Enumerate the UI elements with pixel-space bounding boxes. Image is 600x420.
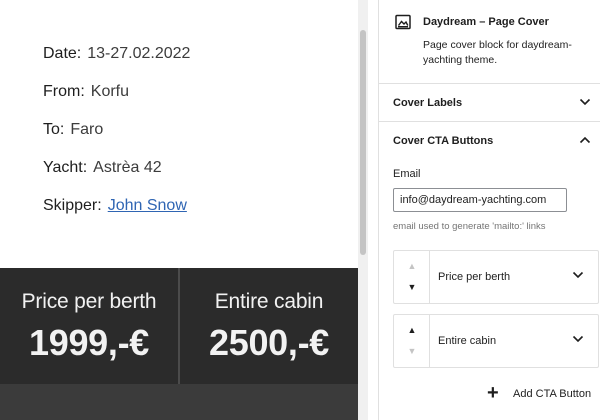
- cta-card-price: 2500,-€: [209, 322, 329, 363]
- email-help-text: email used to generate 'mailto:' links: [393, 221, 546, 232]
- trip-yacht-label: Yacht:: [43, 159, 88, 176]
- trip-date-value: 13-27.02.2022: [87, 45, 191, 62]
- trip-to-value: Faro: [70, 121, 104, 138]
- block-settings-sidebar: Daydream – Page Cover Page cover block f…: [378, 0, 600, 420]
- trip-date-label: Date:: [43, 45, 82, 62]
- trip-date-line[interactable]: Date: 13-27.02.2022: [43, 45, 190, 63]
- trip-from-label: From:: [43, 83, 85, 100]
- move-up-icon[interactable]: ▲: [407, 325, 417, 335]
- cta-item-price-per-berth[interactable]: ▲ ▼ Price per berth: [393, 250, 599, 304]
- chevron-down-icon: [579, 98, 591, 106]
- cta-item-movers: ▲ ▼: [394, 251, 430, 303]
- scrollbar-thumb[interactable]: [360, 30, 366, 255]
- cta-item-label: Entire cabin: [438, 335, 497, 347]
- trip-yacht-value: Astrèa 42: [93, 159, 162, 176]
- trip-yacht-line[interactable]: Yacht: Astrèa 42: [43, 159, 162, 177]
- trip-to-line[interactable]: To: Faro: [43, 121, 103, 139]
- cta-item-entire-cabin[interactable]: ▲ ▼ Entire cabin: [393, 314, 599, 368]
- editor-canvas: Date: 13-27.02.2022 From: Korfu To: Faro Ya…: [0, 0, 368, 420]
- move-up-icon[interactable]: ▲: [407, 261, 417, 271]
- panel-title: Cover CTA Buttons: [393, 135, 494, 147]
- trip-to-label: To:: [43, 121, 65, 138]
- email-field[interactable]: [393, 188, 567, 212]
- move-down-icon[interactable]: ▼: [407, 282, 417, 292]
- trip-from-line[interactable]: From: Korfu: [43, 83, 129, 101]
- cover-image-icon: [395, 14, 411, 30]
- block-title: Daydream – Page Cover: [423, 16, 549, 28]
- trip-skipper-line[interactable]: Skipper: John Snow: [43, 197, 187, 215]
- plus-icon: +: [487, 382, 499, 404]
- panel-title: Cover Labels: [393, 97, 463, 109]
- skipper-link[interactable]: John Snow: [108, 197, 187, 214]
- block-card: Daydream – Page Cover Page cover block f…: [379, 0, 600, 84]
- cta-card-entire-cabin[interactable]: Entire cabin 2500,-€: [180, 268, 358, 384]
- email-field-label: Email: [393, 168, 421, 180]
- cta-card-price-per-berth[interactable]: Price per berth 1999,-€: [0, 268, 178, 384]
- chevron-up-icon: [579, 136, 591, 144]
- cta-card-price: 1999,-€: [29, 322, 149, 363]
- add-cta-label: Add CTA Button: [513, 388, 592, 400]
- cta-card-title: Price per berth: [21, 290, 157, 313]
- block-description: Page cover block for daydream-yachting t…: [423, 39, 572, 66]
- canvas-scrollbar[interactable]: [358, 0, 368, 420]
- chevron-down-icon[interactable]: [572, 335, 584, 343]
- cta-item-movers: ▲ ▼: [394, 315, 430, 367]
- panel-cover-cta-buttons[interactable]: Cover CTA Buttons: [379, 122, 600, 160]
- cta-preview-area: Price per berth 1999,-€ Entire cabin 250…: [0, 268, 358, 420]
- move-down-icon[interactable]: ▼: [407, 346, 417, 356]
- trip-skipper-label: Skipper:: [43, 197, 102, 214]
- trip-from-value: Korfu: [90, 83, 130, 100]
- panel-cover-labels[interactable]: Cover Labels: [379, 84, 600, 122]
- cta-item-label: Price per berth: [438, 271, 511, 283]
- cta-card-title: Entire cabin: [214, 290, 324, 313]
- chevron-down-icon[interactable]: [572, 271, 584, 279]
